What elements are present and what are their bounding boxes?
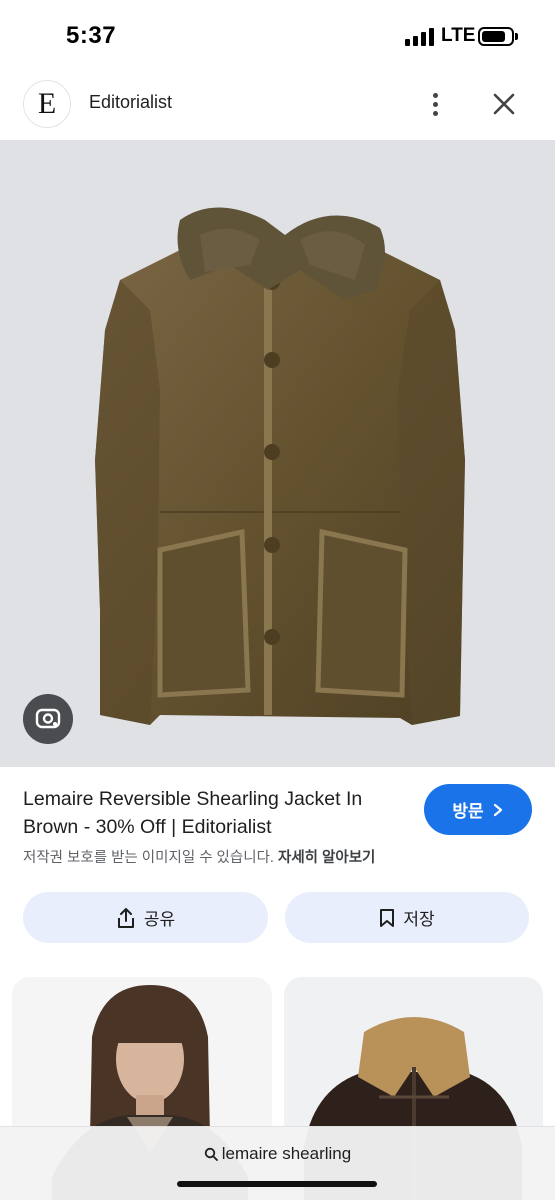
network-label: LTE bbox=[441, 25, 476, 46]
battery-tip bbox=[515, 33, 518, 40]
bottom-search-bar[interactable]: lemaire shearling bbox=[0, 1126, 555, 1200]
visit-button[interactable]: 방문 bbox=[424, 784, 532, 835]
battery-icon bbox=[478, 27, 514, 46]
search-icon bbox=[204, 1147, 218, 1161]
learn-more-link[interactable]: 자세히 알아보기 bbox=[278, 850, 375, 866]
status-time: 5:37 bbox=[66, 22, 117, 49]
visit-label: 방문 bbox=[452, 802, 484, 821]
search-query-text: lemaire shearling bbox=[221, 1144, 352, 1163]
status-bar: 5:37 LTE bbox=[0, 0, 555, 70]
share-icon bbox=[117, 907, 134, 928]
share-label: 공유 bbox=[143, 910, 176, 929]
copyright-text: 저작권 보호를 받는 이미지일 수 있습니다. bbox=[23, 850, 274, 866]
source-header: E Editorialist bbox=[0, 70, 555, 140]
bookmark-icon bbox=[380, 908, 395, 927]
home-indicator[interactable] bbox=[177, 1181, 377, 1187]
product-title[interactable]: Lemaire Reversible Shearling Jacket In B… bbox=[23, 785, 413, 841]
save-button[interactable]: 저장 bbox=[285, 892, 529, 943]
copyright-notice: 저작권 보호를 받는 이미지일 수 있습니다. 자세히 알아보기 bbox=[23, 846, 375, 867]
search-query[interactable]: lemaire shearling bbox=[0, 1144, 555, 1164]
save-label: 저장 bbox=[403, 910, 435, 929]
signal-icon bbox=[405, 28, 437, 46]
chevron-right-icon bbox=[493, 803, 502, 816]
site-name[interactable]: Editorialist bbox=[89, 92, 172, 113]
close-icon[interactable] bbox=[486, 86, 522, 122]
more-options-icon[interactable] bbox=[420, 86, 450, 122]
product-image[interactable] bbox=[0, 140, 555, 767]
jacket-illustration bbox=[95, 207, 465, 725]
site-logo[interactable]: E bbox=[23, 80, 71, 128]
share-button[interactable]: 공유 bbox=[23, 892, 268, 943]
screen: 5:37 LTE E Editorialist Lemaire Reversib… bbox=[0, 0, 555, 1200]
lens-icon[interactable] bbox=[23, 694, 73, 744]
